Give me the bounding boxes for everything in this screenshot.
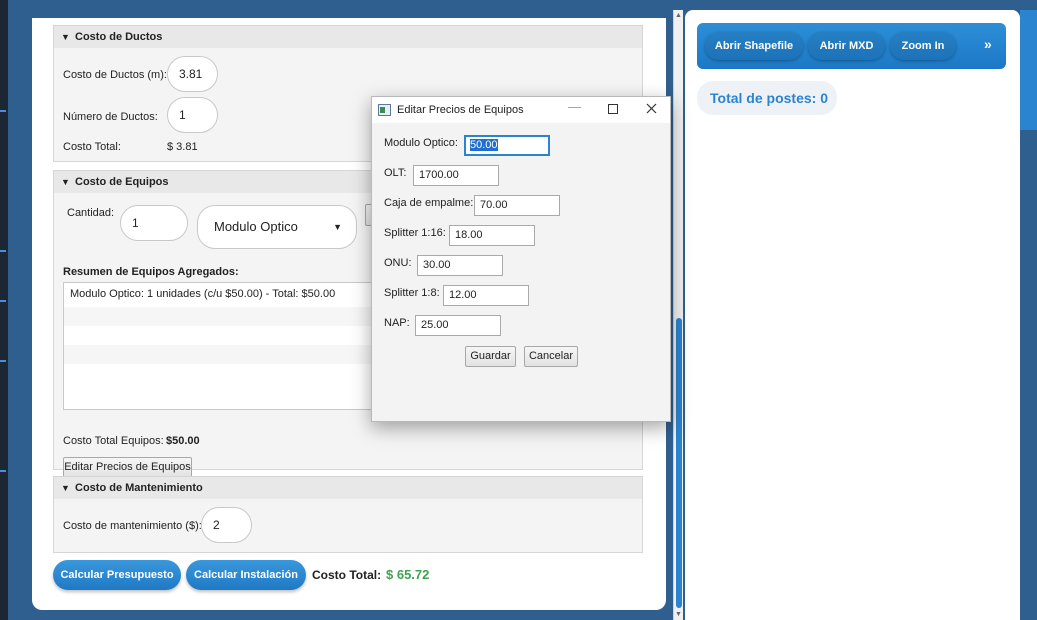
cantidad-input[interactable]: 1 <box>120 205 188 241</box>
splitter-18-input[interactable]: 12.00 <box>443 285 529 306</box>
collapse-triangle-icon: ▼ <box>61 32 70 42</box>
splitter-116-input[interactable]: 18.00 <box>449 225 535 246</box>
scroll-up-icon[interactable]: ▲ <box>675 12 682 19</box>
left-scrollbar[interactable]: ▲ ▼ <box>673 10 683 620</box>
modulo-optico-value-selected: 50.00 <box>470 139 498 151</box>
cantidad-label: Cantidad: <box>67 207 115 219</box>
abrir-shapefile-button[interactable]: Abrir Shapefile <box>705 32 803 60</box>
dialog-titlebar[interactable]: Editar Precios de Equipos — <box>372 97 670 123</box>
equipos-total-label: Costo Total Equipos: <box>63 435 164 447</box>
list-row-empty <box>64 326 372 345</box>
numero-ductos-input[interactable]: 1 <box>167 97 218 133</box>
onu-label: ONU: <box>384 257 412 269</box>
caja-empalme-input[interactable]: 70.00 <box>474 195 560 216</box>
strip-mark <box>0 360 6 362</box>
resumen-label: Resumen de Equipos Agregados: <box>63 266 239 278</box>
dialog-title: Editar Precios de Equipos <box>397 104 524 116</box>
ductos-total-value: $ 3.81 <box>167 141 198 153</box>
costo-ductos-input[interactable]: 3.81 <box>167 56 218 92</box>
background-window-strip <box>0 0 8 620</box>
collapse-triangle-icon: ▼ <box>61 177 70 187</box>
scrollbar-thumb[interactable] <box>676 318 682 608</box>
editar-precios-button[interactable]: Editar Precios de Equipos <box>63 457 192 478</box>
scroll-down-icon[interactable]: ▼ <box>675 611 682 618</box>
resumen-list[interactable]: Modulo Optico: 1 unidades (c/u $50.00) -… <box>63 282 373 410</box>
right-scrollbar-thumb[interactable] <box>1020 10 1037 130</box>
nap-label: NAP: <box>384 317 410 329</box>
olt-label: OLT: <box>384 167 407 179</box>
mantenimiento-section: ▼ Costo de Mantenimiento Costo de manten… <box>53 476 643 553</box>
olt-input[interactable]: 1700.00 <box>413 165 499 186</box>
strip-mark <box>0 110 6 112</box>
list-row-empty <box>64 307 372 326</box>
modulo-optico-input[interactable]: 50.00 <box>464 135 550 156</box>
ductos-total-label: Costo Total: <box>63 141 121 153</box>
mantenimiento-label: Costo de mantenimiento ($): <box>63 520 202 532</box>
map-panel: Abrir Shapefile Abrir MXD Zoom In » Tota… <box>685 10 1020 620</box>
equipo-select-value: Modulo Optico <box>214 219 298 234</box>
editar-precios-dialog: Editar Precios de Equipos — Modulo Optic… <box>371 96 671 422</box>
onu-input[interactable]: 30.00 <box>417 255 503 276</box>
ductos-title: Costo de Ductos <box>75 31 163 43</box>
mantenimiento-header[interactable]: ▼ Costo de Mantenimiento <box>54 477 642 499</box>
nap-input[interactable]: 25.00 <box>415 315 501 336</box>
calcular-instalacion-button[interactable]: Calcular Instalación <box>186 560 306 590</box>
close-icon[interactable] <box>646 103 657 114</box>
toolbar-overflow-icon[interactable]: » <box>984 36 992 52</box>
zoom-in-button[interactable]: Zoom In <box>890 32 956 60</box>
caja-empalme-label: Caja de empalme: <box>384 197 474 209</box>
numero-ductos-label: Número de Ductos: <box>63 111 158 123</box>
strip-mark <box>0 470 6 472</box>
collapse-triangle-icon: ▼ <box>61 483 70 493</box>
app-window-icon <box>378 104 391 116</box>
costo-total-value: $ 65.72 <box>386 567 430 582</box>
equipos-total-value: $50.00 <box>166 435 200 447</box>
equipos-title: Costo de Equipos <box>75 176 169 188</box>
list-row-empty <box>64 345 372 364</box>
mantenimiento-input[interactable]: 2 <box>201 507 252 543</box>
ductos-header[interactable]: ▼ Costo de Ductos <box>54 26 642 48</box>
abrir-mxd-button[interactable]: Abrir MXD <box>808 32 885 60</box>
minimize-icon[interactable]: — <box>568 99 581 114</box>
modulo-optico-label: Modulo Optico: <box>384 137 458 149</box>
costo-ductos-label: Costo de Ductos (m): <box>63 69 167 81</box>
cancelar-button[interactable]: Cancelar <box>524 346 578 367</box>
calcular-presupuesto-button[interactable]: Calcular Presupuesto <box>53 560 181 590</box>
list-row-empty <box>64 364 372 383</box>
total-postes-badge: Total de postes: 0 <box>697 81 837 115</box>
equipo-select[interactable]: Modulo Optico ▼ <box>197 205 357 249</box>
splitter-18-label: Splitter 1:8: <box>384 287 440 299</box>
maximize-icon[interactable] <box>608 104 618 114</box>
chevron-down-icon: ▼ <box>333 222 342 232</box>
splitter-116-label: Splitter 1:16: <box>384 227 446 239</box>
strip-mark <box>0 250 6 252</box>
strip-mark <box>0 300 6 302</box>
list-item[interactable]: Modulo Optico: 1 unidades (c/u $50.00) -… <box>64 283 372 307</box>
costo-total-label: Costo Total: <box>312 568 382 582</box>
map-toolbar: Abrir Shapefile Abrir MXD Zoom In » <box>697 23 1006 69</box>
guardar-button[interactable]: Guardar <box>465 346 516 367</box>
mantenimiento-title: Costo de Mantenimiento <box>75 482 203 494</box>
